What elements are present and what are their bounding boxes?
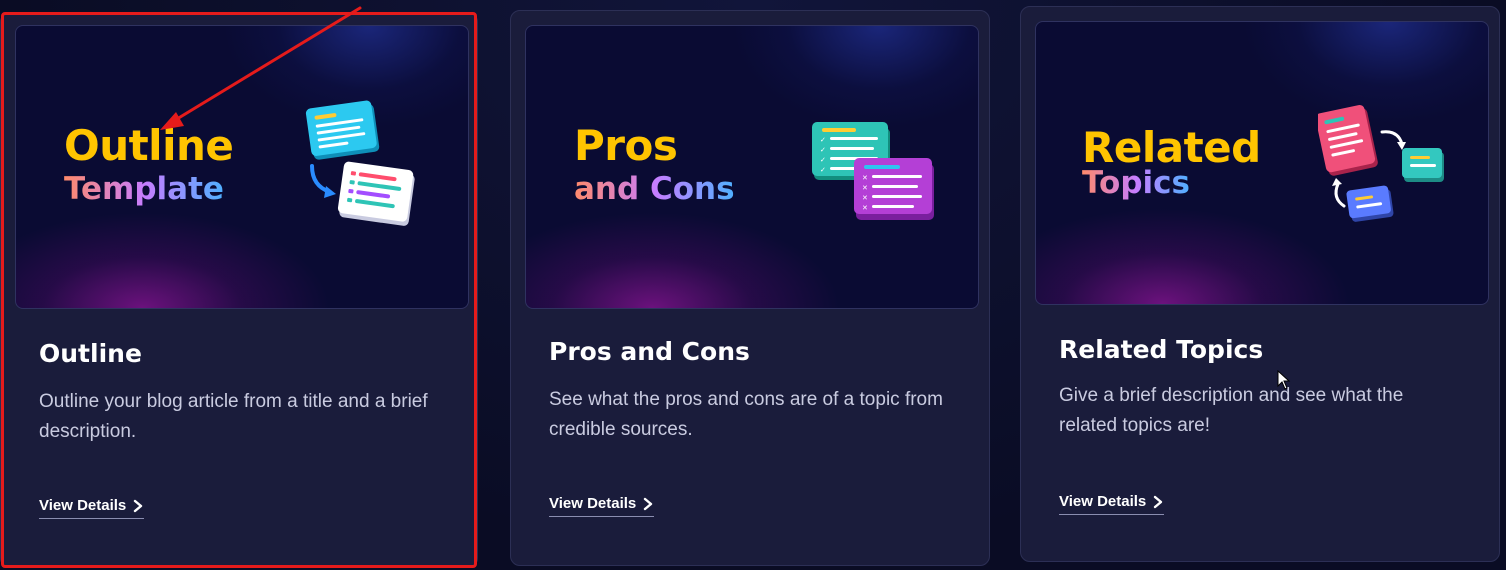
card-thumbnail[interactable]: Outline Template — [15, 25, 469, 309]
thumbnail-subtitle: Topics — [1082, 165, 1190, 201]
thumbnail-title: Outline — [64, 121, 234, 170]
card-description: Outline your blog article from a title a… — [39, 391, 428, 442]
view-details-label: View Details — [39, 497, 127, 514]
svg-text:✓: ✓ — [820, 166, 826, 174]
view-details-link[interactable]: View Details — [39, 497, 145, 519]
thumbnail-subtitle: Template — [64, 171, 224, 207]
svg-text:✕: ✕ — [862, 204, 868, 212]
thumbnail-subtitle: and Cons — [574, 171, 735, 207]
template-card-pros-and-cons[interactable]: Pros and Cons ✓ ✓ ✓ ✓ ✕ ✕ ✕ ✕ Pros and C… — [510, 10, 990, 566]
template-cards-page: Outline Template Outline Outline your bl… — [0, 0, 1506, 570]
checklist-illustration: ✓ ✓ ✓ ✓ ✕ ✕ ✕ ✕ — [812, 122, 934, 220]
card-title: Outline — [39, 339, 142, 368]
linked-documents-illustration — [1318, 104, 1444, 222]
view-details-link[interactable]: View Details — [549, 495, 655, 517]
card-title: Related Topics — [1059, 335, 1264, 364]
template-card-related-topics[interactable]: Related Topics Related Topics Give a bri… — [1020, 6, 1500, 562]
chevron-right-icon — [644, 497, 653, 510]
card-description: Give a brief description and see what th… — [1059, 385, 1404, 436]
view-details-link[interactable]: View Details — [1059, 493, 1165, 515]
view-details-label: View Details — [549, 495, 637, 512]
card-description: See what the pros and cons are of a topi… — [549, 389, 943, 440]
view-details-label: View Details — [1059, 493, 1147, 510]
svg-text:✕: ✕ — [862, 184, 868, 192]
chevron-right-icon — [134, 499, 143, 512]
card-title: Pros and Cons — [549, 337, 750, 366]
document-list-illustration — [305, 100, 415, 226]
svg-text:✓: ✓ — [820, 146, 826, 154]
thumbnail-title: Related — [1082, 123, 1261, 172]
svg-text:✕: ✕ — [862, 174, 868, 182]
chevron-right-icon — [1154, 495, 1163, 508]
svg-text:✓: ✓ — [820, 136, 826, 144]
mouse-pointer-icon — [1277, 370, 1291, 390]
card-thumbnail[interactable]: Related Topics — [1035, 21, 1489, 305]
thumbnail-title: Pros — [574, 121, 678, 170]
template-card-outline[interactable]: Outline Template Outline Outline your bl… — [0, 12, 478, 568]
card-thumbnail[interactable]: Pros and Cons ✓ ✓ ✓ ✓ ✕ ✕ ✕ ✕ — [525, 25, 979, 309]
svg-text:✕: ✕ — [862, 194, 868, 202]
svg-text:✓: ✓ — [820, 156, 826, 164]
